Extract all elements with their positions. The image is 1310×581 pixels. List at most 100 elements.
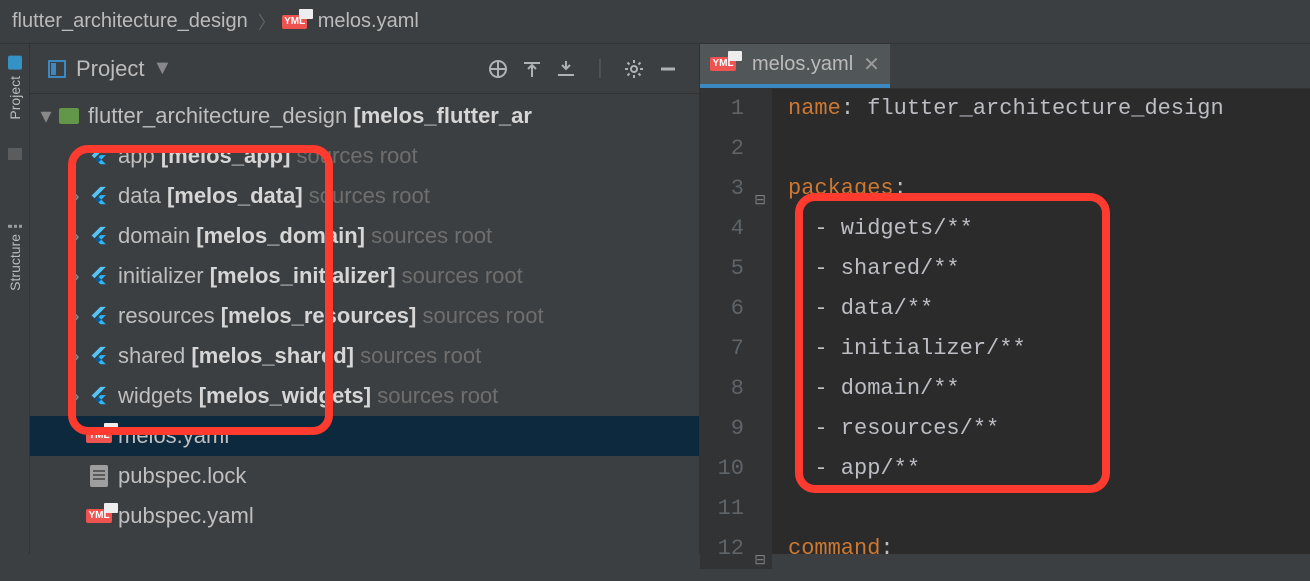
tree-module-domain[interactable]: › domain [melos_domain] sources root <box>30 216 699 256</box>
chevron-right-icon[interactable]: › <box>66 183 86 209</box>
editor-tab-bar: YML melos.yaml ✕ <box>700 44 1310 89</box>
code-line[interactable]: - data/** <box>788 289 1224 329</box>
line-number: 7 <box>700 329 744 369</box>
line-number: 6 <box>700 289 744 329</box>
line-number: 10 <box>700 449 744 489</box>
code-line[interactable]: - widgets/** <box>788 209 1224 249</box>
editor-tab-melos-yaml[interactable]: YML melos.yaml ✕ <box>700 44 890 88</box>
line-number: 9 <box>700 409 744 449</box>
project-icon <box>8 56 22 70</box>
project-tool-tab[interactable]: Project <box>5 44 25 132</box>
line-number: 4 <box>700 209 744 249</box>
editor-panel: YML melos.yaml ✕ 12⊟34567891011⊟12 name:… <box>700 44 1310 554</box>
project-view-icon <box>44 60 70 78</box>
tree-item-label: widgets [melos_widgets] sources root <box>118 383 498 409</box>
flutter-icon <box>86 385 112 407</box>
hide-icon[interactable] <box>651 52 685 86</box>
collapse-all-icon[interactable] <box>549 52 583 86</box>
flutter-icon <box>86 225 112 247</box>
tree-module-initializer[interactable]: › initializer [melos_initializer] source… <box>30 256 699 296</box>
tree-module-app[interactable]: › app [melos_app] sources root <box>30 136 699 176</box>
close-icon[interactable]: ✕ <box>863 52 880 77</box>
tree-file-melos-yaml[interactable]: › YML melos.yaml <box>30 416 699 456</box>
chevron-right-icon[interactable]: › <box>66 343 86 369</box>
project-panel-header: Project ▼ | <box>30 44 699 94</box>
flutter-icon <box>86 145 112 167</box>
code-line[interactable]: - shared/** <box>788 249 1224 289</box>
line-number: 5 <box>700 249 744 289</box>
code-line[interactable]: - resources/** <box>788 409 1224 449</box>
code-line[interactable]: name: flutter_architecture_design <box>788 89 1224 129</box>
tree-module-shared[interactable]: › shared [melos_shared] sources root <box>30 336 699 376</box>
line-number: 11 <box>700 489 744 529</box>
tree-item-label: melos.yaml <box>118 423 229 449</box>
code-area[interactable]: name: flutter_architecture_designpackage… <box>772 89 1224 569</box>
gear-icon[interactable] <box>617 52 651 86</box>
file-icon <box>86 465 112 487</box>
chevron-right-icon[interactable]: › <box>66 143 86 169</box>
tree-file-pubspec-lock[interactable]: › pubspec.lock <box>30 456 699 496</box>
fold-icon[interactable]: ⊟ <box>754 541 766 581</box>
tree-module-resources[interactable]: › resources [melos_resources] sources ro… <box>30 296 699 336</box>
breadcrumb-file[interactable]: melos.yaml <box>314 10 423 33</box>
tree-item-label: data [melos_data] sources root <box>118 183 430 209</box>
tree-item-label: shared [melos_shared] sources root <box>118 343 481 369</box>
tree-root-label: flutter_architecture_design [melos_flutt… <box>88 103 532 129</box>
tree-item-label: pubspec.lock <box>118 463 246 489</box>
select-opened-file-icon[interactable] <box>481 52 515 86</box>
files-tool-tab[interactable] <box>6 136 24 172</box>
expand-all-icon[interactable] <box>515 52 549 86</box>
breadcrumb-separator-icon: 〉 <box>252 9 282 35</box>
editor-tab-label: melos.yaml <box>752 53 853 76</box>
project-panel: Project ▼ | ▾ <box>30 44 700 554</box>
yaml-icon: YML <box>86 429 112 443</box>
line-number: 8 <box>700 369 744 409</box>
structure-icon <box>8 214 22 228</box>
code-line[interactable]: - app/** <box>788 449 1224 489</box>
code-editor[interactable]: 12⊟34567891011⊟12 name: flutter_architec… <box>700 89 1310 569</box>
chevron-right-icon[interactable]: › <box>66 223 86 249</box>
breadcrumb-root[interactable]: flutter_architecture_design <box>8 10 252 33</box>
chevron-right-icon[interactable]: › <box>66 263 86 289</box>
line-number-gutter: 12⊟34567891011⊟12 <box>700 89 772 569</box>
code-line[interactable] <box>788 129 1224 169</box>
flutter-icon <box>86 185 112 207</box>
tree-item-label: pubspec.yaml <box>118 503 254 529</box>
chevron-right-icon[interactable]: › <box>66 303 86 329</box>
tree-module-widgets[interactable]: › widgets [melos_widgets] sources root <box>30 376 699 416</box>
code-line[interactable]: - initializer/** <box>788 329 1224 369</box>
tree-item-label: app [melos_app] sources root <box>118 143 418 169</box>
yaml-icon: YML <box>86 509 112 523</box>
code-line[interactable]: packages: <box>788 169 1224 209</box>
flutter-icon <box>86 305 112 327</box>
folder-icon <box>56 108 82 124</box>
code-line[interactable] <box>788 489 1224 529</box>
chevron-down-icon[interactable]: ▼ <box>152 57 172 80</box>
tree-root-node[interactable]: ▾ flutter_architecture_design [melos_flu… <box>30 96 699 136</box>
line-number: 3 <box>700 169 744 209</box>
line-number: 2 <box>700 129 744 169</box>
chevron-down-icon[interactable]: ▾ <box>36 103 56 129</box>
tree-module-data[interactable]: › data [melos_data] sources root <box>30 176 699 216</box>
project-tab-label: Project <box>7 76 23 120</box>
breadcrumb: flutter_architecture_design 〉 YML melos.… <box>0 0 1310 44</box>
folder-icon <box>8 148 22 160</box>
fold-icon[interactable]: ⊟ <box>754 181 766 221</box>
line-number: 1 <box>700 89 744 129</box>
tool-window-bar: Project Structure <box>0 44 30 554</box>
tree-item-label: resources [melos_resources] sources root <box>118 303 544 329</box>
yaml-icon: YML <box>282 15 308 29</box>
project-panel-title[interactable]: Project <box>76 56 144 82</box>
project-tree[interactable]: ▾ flutter_architecture_design [melos_flu… <box>30 94 699 538</box>
code-line[interactable]: - domain/** <box>788 369 1224 409</box>
code-line[interactable]: command: <box>788 529 1224 569</box>
flutter-icon <box>86 345 112 367</box>
tree-item-label: initializer [melos_initializer] sources … <box>118 263 523 289</box>
chevron-right-icon[interactable]: › <box>66 383 86 409</box>
line-number: 12 <box>700 529 744 569</box>
structure-tool-tab[interactable]: Structure <box>5 202 25 303</box>
flutter-icon <box>86 265 112 287</box>
tree-file-pubspec-yaml[interactable]: › YML pubspec.yaml <box>30 496 699 536</box>
divider: | <box>583 52 617 86</box>
tree-item-label: domain [melos_domain] sources root <box>118 223 492 249</box>
